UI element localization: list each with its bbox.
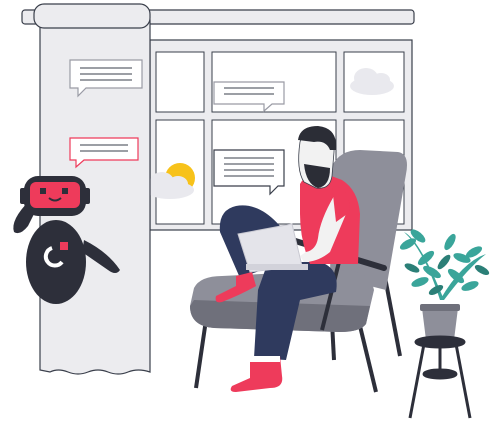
plant-pot xyxy=(422,308,458,340)
window-pane xyxy=(155,51,205,113)
support-illustration xyxy=(13,3,490,419)
plant-stand xyxy=(408,335,472,419)
potted-plant xyxy=(399,229,490,340)
